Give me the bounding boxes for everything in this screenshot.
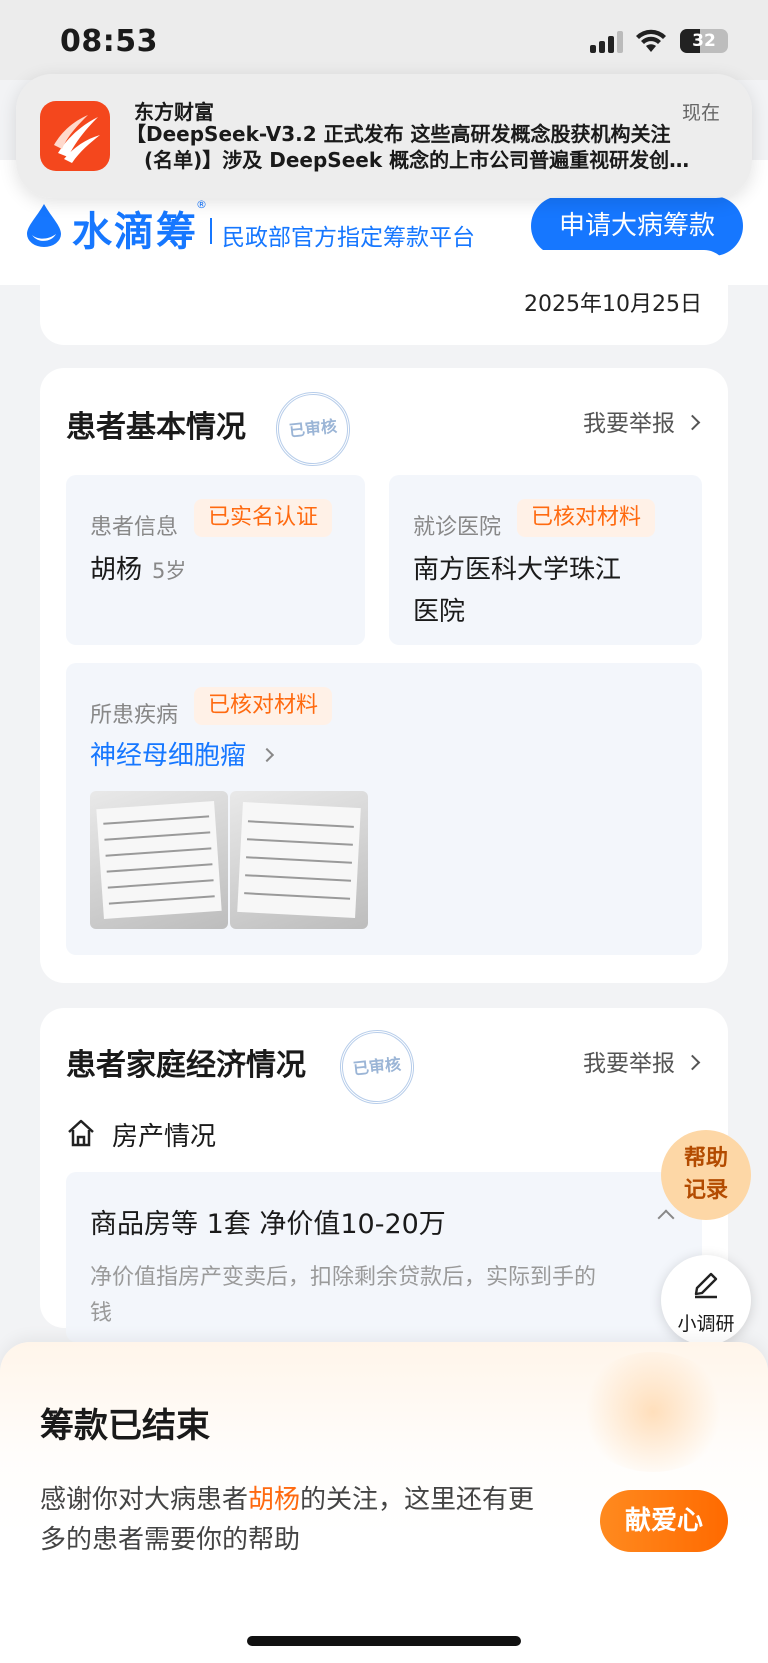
msg-patient-name: 胡杨: [248, 1485, 301, 1515]
verified-stamp: 已审核: [336, 1026, 418, 1108]
fundraising-ended-sheet: 筹款已结束 感谢你对大病患者胡杨的关注，这里还有更多的患者需要你的帮助 献爱心: [0, 1342, 768, 1663]
sheet-message: 感谢你对大病患者胡杨的关注，这里还有更多的患者需要你的帮助: [40, 1480, 560, 1560]
chevron-up-icon[interactable]: [657, 1209, 675, 1227]
apply-fundraising-button[interactable]: 申请大病筹款: [531, 196, 743, 256]
economy-title: 患者家庭经济情况: [66, 1048, 306, 1083]
hospital-label: 就诊医院: [413, 515, 502, 540]
donate-button[interactable]: 献爱心: [600, 1490, 728, 1552]
report-link[interactable]: 我要举报: [583, 404, 701, 438]
disease-tile: 所患疾病 已核对材料 神经母细胞瘤: [66, 663, 702, 955]
property-label: 房产情况: [112, 1122, 217, 1152]
water-drop-icon: [27, 204, 61, 247]
report-link[interactable]: 我要举报: [583, 1044, 701, 1078]
sheet-title: 筹款已结束: [40, 1406, 210, 1446]
hospital-tile: 就诊医院 已核对材料 南方医科大学珠江 医院: [389, 475, 702, 645]
hospital-name-line-1: 南方医科大学珠江: [413, 555, 622, 585]
campaign-date: 2025年10月25日: [524, 292, 702, 317]
patient-basic-info-card: 患者基本情况 已审核 我要举报 患者信息 已实名认证 胡杨 5岁 就诊医院 已核对…: [40, 368, 728, 983]
family-economy-card: 患者家庭经济情况 已审核 我要举报 房产情况 商品房等 1套 净价值10-20万…: [40, 1008, 728, 1342]
notification-line-1: 【DeepSeek-V3.2 正式发布 这些高研发概念股获机构关注: [126, 122, 671, 146]
disease-name: 神经母细胞瘤: [90, 741, 247, 771]
report-label: 我要举报: [583, 411, 675, 437]
brand-slogan: 民政部官方指定筹款平台: [222, 225, 475, 251]
notification-line-2: (名单)】涉及 DeepSeek 概念的上市公司普遍重视研发创…: [144, 148, 690, 172]
help-label-1: 帮助: [683, 1146, 728, 1171]
hospital-verified-badge: 已核对材料: [517, 499, 656, 537]
chevron-right-icon: [684, 414, 701, 431]
status-time: 08:53: [60, 24, 158, 59]
patient-age: 5岁: [152, 559, 187, 583]
chevron-right-icon: [684, 1054, 701, 1071]
report-label: 我要举报: [583, 1051, 675, 1077]
brand-logo: 水滴筹: [72, 209, 198, 255]
property-box[interactable]: 商品房等 1套 净价值10-20万 净价值指房产变卖后，扣除剩余贷款后，实际到手…: [66, 1172, 702, 1342]
patient-info-label: 患者信息: [90, 515, 179, 540]
property-note: 净价值指房产变卖后，扣除剩余贷款后，实际到手的钱: [90, 1265, 597, 1326]
survey-button[interactable]: 小调研: [661, 1255, 751, 1345]
home-indicator[interactable]: [247, 1636, 521, 1646]
house-icon: [68, 1119, 94, 1147]
pen-icon: [694, 1272, 718, 1299]
signal-icon: [590, 31, 624, 53]
date-card: 2025年10月25日: [40, 250, 728, 345]
survey-label: 小调研: [677, 1313, 735, 1335]
registered-mark: ®: [196, 198, 207, 211]
chevron-right-icon: [259, 747, 275, 763]
disease-label: 所患疾病: [90, 703, 179, 728]
help-label-2: 记录: [683, 1178, 728, 1203]
status-bar: 08:53 32: [0, 0, 768, 80]
verified-stamp: 已审核: [272, 388, 354, 470]
patient-name: 胡杨: [90, 555, 143, 585]
basic-info-title: 患者基本情况: [66, 410, 246, 445]
wifi-icon: [636, 29, 666, 52]
property-summary: 商品房等 1套 净价值10-20万: [90, 1209, 446, 1240]
medical-document-thumbnail[interactable]: [90, 791, 228, 929]
heart-decoration: [578, 1352, 728, 1472]
logo-divider: [210, 218, 212, 244]
patient-name-line: 胡杨 5岁: [90, 549, 186, 586]
msg-prefix: 感谢你对大病患者: [40, 1485, 249, 1515]
disease-link[interactable]: 神经母细胞瘤: [90, 735, 275, 772]
disease-verified-badge: 已核对材料: [194, 687, 333, 725]
real-name-badge: 已实名认证: [194, 499, 333, 537]
push-notification[interactable]: 东方财富 现在 【DeepSeek-V3.2 正式发布 这些高研发概念股获机构关…: [16, 74, 752, 198]
battery-icon: 32: [680, 29, 728, 53]
hospital-name-line-2: 医院: [413, 597, 466, 627]
eastmoney-app-icon: [40, 101, 110, 171]
medical-document-thumbnail[interactable]: [230, 791, 368, 929]
patient-info-tile: 患者信息 已实名认证 胡杨 5岁: [66, 475, 365, 645]
help-record-button[interactable]: 帮助 记录: [661, 1130, 751, 1220]
battery-level: 32: [692, 31, 716, 51]
